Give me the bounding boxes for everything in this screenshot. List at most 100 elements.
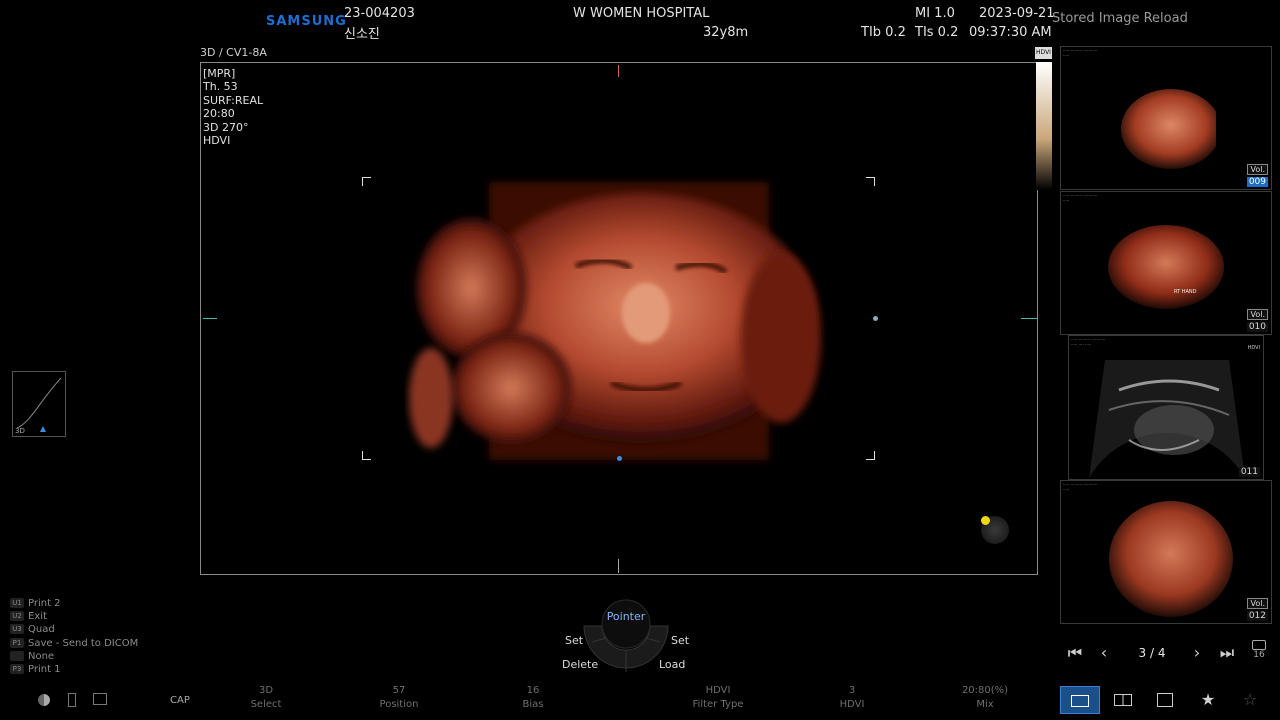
trackball-center-label[interactable]: Pointer xyxy=(580,610,672,623)
thumbnail-3[interactable]: ····· ········· ··········· ····· ···· ··… xyxy=(1068,335,1264,480)
info-line: HDVI xyxy=(203,134,231,148)
color-map-icon[interactable] xyxy=(38,694,50,706)
image-count: 16 xyxy=(1253,650,1265,660)
param-value: 57 xyxy=(392,685,406,696)
samsung-logo: SAMSUNG xyxy=(266,14,347,29)
thumb-image xyxy=(1108,225,1224,309)
page-indicator: 3 / 4 xyxy=(1138,646,1166,660)
thumb-label: Vol. xyxy=(1247,309,1268,320)
compare-icon xyxy=(1157,693,1173,707)
user-key-u3: U3 Quad xyxy=(10,624,55,635)
thumb-header: ····· ········· ··········· ····· xyxy=(1063,482,1098,492)
prev-page-button[interactable]: ‹ xyxy=(1091,642,1117,664)
patient-age: 32y8m xyxy=(703,25,749,40)
cap-indicator: CAP xyxy=(170,695,190,706)
axis-marker-top xyxy=(618,65,619,77)
user-key-label: None xyxy=(28,651,55,662)
param-filter-type[interactable]: HDVI Filter Type xyxy=(663,684,773,712)
roi-corner-top-right xyxy=(866,177,875,186)
info-line: 20:80 xyxy=(203,107,235,121)
thumb-number: 012 xyxy=(1246,611,1268,621)
image-count-badge: 16 xyxy=(1248,640,1270,666)
user-key-u2: U2 Exit xyxy=(10,611,47,622)
param-position[interactable]: 57 Position xyxy=(344,684,454,712)
user-key-label: Save - Send to DICOM xyxy=(28,638,139,649)
param-name: Select xyxy=(250,699,282,710)
hdvi-badge: HDVI xyxy=(1035,47,1052,59)
thumb-header: ····· ········· ··········· ····· xyxy=(1063,48,1098,58)
roi-corner-top-left xyxy=(362,177,371,186)
axis-marker-bottom xyxy=(618,559,619,573)
gray-scale-bar xyxy=(1036,62,1052,190)
trackball-bottom-right-label[interactable]: Load xyxy=(659,658,685,671)
network-icon xyxy=(93,693,107,705)
battery-icon xyxy=(68,693,76,707)
param-mix[interactable]: 20:80(%) Mix xyxy=(930,684,1040,712)
param-value: 3 xyxy=(848,685,856,696)
dual-layout-button[interactable] xyxy=(1103,686,1143,714)
param-bias[interactable]: 16 Bias xyxy=(478,684,588,712)
thumbnail-2[interactable]: ····· ········· ··········· ····· RT HAND… xyxy=(1060,191,1272,335)
user-key-label: Print 2 xyxy=(28,598,61,609)
last-page-button[interactable]: ⏭ xyxy=(1214,642,1240,664)
probe-label: 3D / CV1-8A xyxy=(200,46,267,59)
param-name: Position xyxy=(379,699,419,710)
info-line: [MPR] xyxy=(203,67,236,80)
param-value: HDVI xyxy=(705,685,731,696)
thumb-label: Vol. xyxy=(1247,164,1268,175)
param-name: Filter Type xyxy=(692,699,744,710)
exam-time: 09:37:30 AM xyxy=(969,25,1052,40)
fetal-3d-rendering xyxy=(409,182,821,460)
info-line: SURF:REAL xyxy=(203,93,264,107)
favorites-list-button[interactable]: ☆ xyxy=(1230,686,1270,714)
user-key-code xyxy=(10,651,24,661)
param-value: 20:80(%) xyxy=(961,685,1009,696)
param-select[interactable]: 3D Select xyxy=(211,684,321,712)
next-page-button[interactable]: › xyxy=(1184,642,1210,664)
roi-handle-bottom[interactable] xyxy=(617,456,622,461)
user-key-label: Quad xyxy=(28,624,55,635)
hospital-name: W WOMEN HOSPITAL xyxy=(573,6,710,21)
user-key-code: U3 xyxy=(10,624,24,634)
image-viewport[interactable]: [MPR] Th. 53 SURF:REAL 20:80 3D 270° HDV… xyxy=(200,62,1038,575)
param-value: 3D xyxy=(258,685,274,696)
param-name: Mix xyxy=(976,699,994,710)
thumb-label: Vol. xyxy=(1247,598,1268,609)
param-name: HDVI xyxy=(839,699,865,710)
single-layout-button[interactable] xyxy=(1060,686,1100,714)
light-source-icon xyxy=(981,516,990,525)
compare-button[interactable] xyxy=(1145,686,1185,714)
image-info: [MPR] Th. 53 SURF:REAL 20:80 3D 270° HDV… xyxy=(203,67,263,147)
thumbnail-1[interactable]: ····· ········· ··········· ····· Vol. 00… xyxy=(1060,46,1272,190)
user-key-label: Print 1 xyxy=(28,664,61,675)
favorite-button[interactable]: ★ xyxy=(1188,686,1228,714)
roi-handle-right[interactable] xyxy=(873,316,878,321)
stored-image-reload-label[interactable]: Stored Image Reload xyxy=(1052,11,1188,26)
user-key-code: P3 xyxy=(10,664,24,674)
light-source-control[interactable] xyxy=(981,516,1009,544)
image-stack-icon xyxy=(1252,640,1266,650)
param-hdvi[interactable]: 3 HDVI xyxy=(797,684,907,712)
thumb-number: 009 xyxy=(1246,177,1268,187)
user-key-label: Exit xyxy=(28,611,47,622)
thumb-header: ····· ········· ··········· ····· ···· ··… xyxy=(1071,337,1106,347)
tis-value: TIs 0.2 xyxy=(915,25,959,40)
thumb-number: 011 xyxy=(1238,467,1260,477)
trackball-bottom-left-label[interactable]: Delete xyxy=(562,658,598,671)
single-layout-icon xyxy=(1071,695,1089,707)
user-key-code: P1 xyxy=(10,638,24,648)
trackball-top-right-label[interactable]: Set xyxy=(671,634,689,647)
tib-value: TIb 0.2 xyxy=(861,25,906,40)
user-key-p2: None xyxy=(10,651,54,662)
thumb-image xyxy=(1109,501,1233,617)
info-line: 3D 270° xyxy=(203,120,249,134)
user-key-p3: P3 Print 1 xyxy=(10,664,61,675)
curve-widget-label: 3D xyxy=(15,427,25,435)
hdvi-badge-small: HDVI xyxy=(1247,345,1260,351)
trackball-top-left-label[interactable]: Set xyxy=(565,634,583,647)
thumb-annotation: RT HAND xyxy=(1174,289,1197,295)
first-page-button[interactable]: ⏮ xyxy=(1062,642,1088,664)
curve-widget[interactable]: 3D xyxy=(12,371,66,437)
star-list-icon: ☆ xyxy=(1242,690,1258,709)
thumbnail-4[interactable]: ····· ········· ··········· ····· Vol. 01… xyxy=(1060,480,1272,624)
